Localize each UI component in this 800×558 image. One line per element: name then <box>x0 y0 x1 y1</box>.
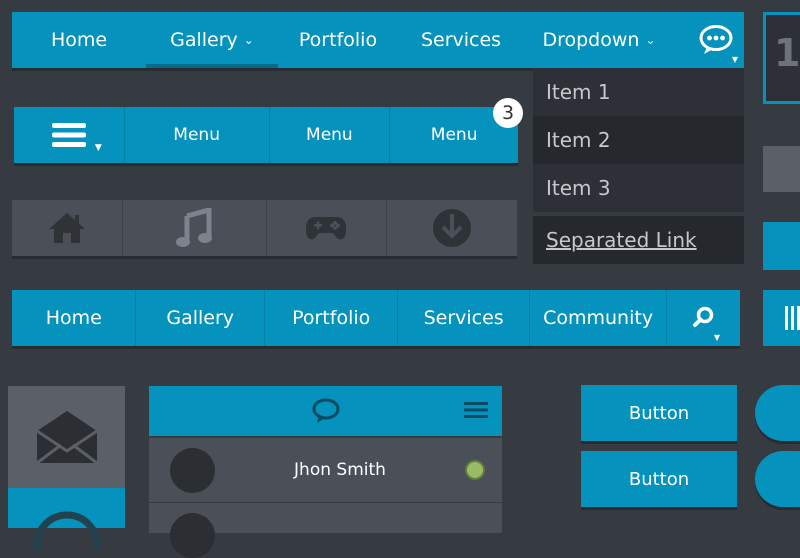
nav-item-gallery[interactable]: Gallery ⌄ <box>146 12 278 68</box>
top-navbar: Home Gallery ⌄ Portfolio Services Dropdo… <box>12 12 744 68</box>
nav-item-gallery[interactable]: Gallery <box>136 290 265 346</box>
menu-item[interactable]: Menu <box>125 107 270 163</box>
dropdown-menu: Item 1 Item 2 Item 3 Separated Link <box>533 68 744 264</box>
menu-item-label: Menu <box>430 125 478 145</box>
envelope-open-icon <box>35 411 98 465</box>
chat-button[interactable]: ▼ <box>688 12 744 68</box>
nav-item-label: Portfolio <box>298 29 378 51</box>
edge-tab-gray[interactable] <box>763 146 800 192</box>
nav-item-label: Portfolio <box>292 307 371 329</box>
bars-icon <box>785 306 800 330</box>
primary-button[interactable]: Button <box>581 451 737 507</box>
nav-item-dropdown[interactable]: Dropdown ⌄ <box>524 12 674 68</box>
menu-item-label: Menu <box>306 125 353 145</box>
dropdown-item[interactable]: Item 1 <box>533 68 744 116</box>
nav-item-label: Dropdown <box>542 29 640 51</box>
separated-link[interactable]: Separated Link <box>533 216 744 264</box>
gamepad-icon <box>306 217 347 240</box>
dropdown-item[interactable]: Item 3 <box>533 164 744 212</box>
icon-navbar <box>12 200 517 256</box>
menu-item-label: Menu <box>173 125 220 145</box>
nav-item-label: Community <box>543 307 654 329</box>
tile-blue[interactable] <box>8 488 125 550</box>
caret-down-icon: ▼ <box>713 333 720 342</box>
nav-item-label: Services <box>423 307 504 329</box>
chevron-down-icon: ⌄ <box>645 33 656 47</box>
icon-nav-home[interactable] <box>12 200 124 256</box>
rounded-button[interactable] <box>755 451 800 507</box>
home-icon <box>49 213 86 243</box>
download-icon <box>432 209 471 247</box>
hamburger-button[interactable]: ▼ <box>14 107 125 163</box>
chevron-down-icon: ⌄ <box>243 33 254 47</box>
icon-nav-music[interactable] <box>123 200 267 256</box>
nav-item-label: Gallery <box>166 307 235 329</box>
nav-item-label: Services <box>420 29 502 51</box>
menu-navbar: ▼ Menu Menu Menu <box>14 107 518 163</box>
nav-item-home[interactable]: Home <box>12 290 137 346</box>
number-tile: 1 <box>763 12 800 104</box>
contact-header <box>149 386 502 436</box>
contact-row[interactable] <box>149 503 502 558</box>
contact-row[interactable]: Jhon Smith <box>149 438 502 502</box>
contact-name: Jhon Smith <box>294 460 386 480</box>
nav-item-portfolio[interactable]: Portfolio <box>278 12 398 68</box>
caret-down-icon: ▼ <box>731 55 738 64</box>
nav-item-home[interactable]: Home <box>12 12 146 68</box>
rounded-button[interactable] <box>755 385 800 441</box>
chat-icon[interactable] <box>311 397 341 425</box>
number-tile-value: 1 <box>774 31 800 75</box>
icon-nav-games[interactable] <box>267 200 387 256</box>
circle-icon <box>33 511 101 550</box>
nav-item-label: Home <box>45 307 102 329</box>
icon-nav-download[interactable] <box>387 200 517 256</box>
caret-down-icon: ▼ <box>94 143 102 153</box>
active-indicator <box>146 64 278 68</box>
mail-tile[interactable] <box>8 386 125 488</box>
hamburger-icon <box>51 123 86 147</box>
nav-item-portfolio[interactable]: Portfolio <box>265 290 399 346</box>
nav-item-label: Gallery <box>170 29 238 51</box>
notification-badge: 3 <box>493 98 523 128</box>
menu-item[interactable]: Menu <box>270 107 391 163</box>
speech-bubble-icon <box>699 25 733 54</box>
secondary-navbar: Home Gallery Portfolio Services Communit… <box>12 290 740 346</box>
avatar <box>170 447 215 493</box>
nav-item-services[interactable]: Services <box>398 290 530 346</box>
menu-lines-icon[interactable] <box>464 401 488 419</box>
edge-tab-blue[interactable] <box>763 290 800 346</box>
nav-item-label: Home <box>50 29 108 51</box>
music-icon <box>176 208 213 247</box>
primary-button[interactable]: Button <box>581 385 737 441</box>
search-button[interactable]: ▼ <box>667 290 740 346</box>
online-status-dot <box>465 460 485 480</box>
search-icon <box>692 306 713 327</box>
nav-item-services[interactable]: Services <box>398 12 524 68</box>
nav-item-community[interactable]: Community <box>530 290 668 346</box>
dropdown-item[interactable]: Item 2 <box>533 116 744 164</box>
edge-tab-blue[interactable] <box>763 222 800 270</box>
